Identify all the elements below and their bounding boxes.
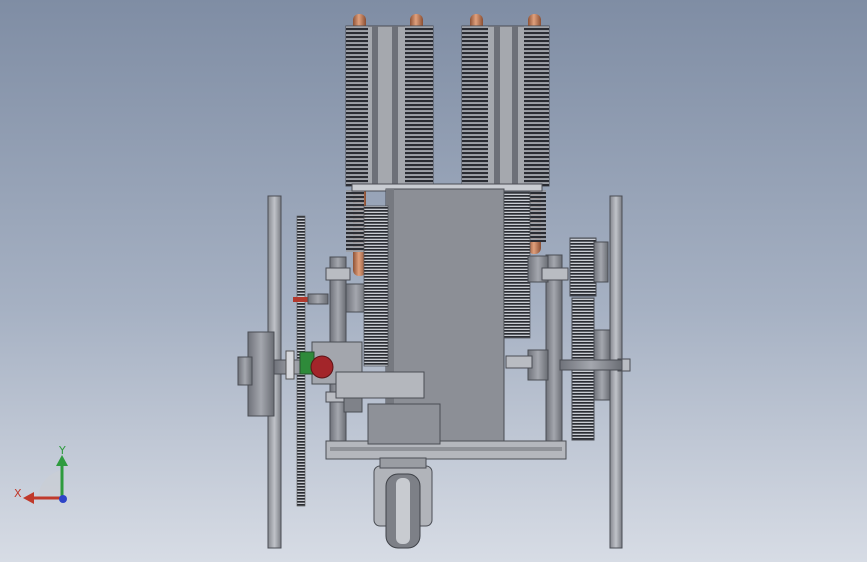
heatsink-right	[461, 25, 550, 187]
right-gear-stack	[569, 237, 611, 441]
right-axle	[559, 359, 623, 371]
cad-model-view[interactable]: Y X	[0, 0, 867, 562]
heatsink-left	[345, 25, 434, 187]
graphics-viewport[interactable]: Y X	[0, 0, 867, 562]
coordinate-triad: Y X	[14, 444, 68, 504]
triad-x-label: X	[14, 487, 22, 500]
left-spur-gear	[363, 205, 389, 367]
red-knob[interactable]	[310, 355, 334, 379]
right-spur-gear	[503, 191, 531, 339]
caster-wheel[interactable]	[373, 457, 433, 549]
triad-y-label: Y	[58, 444, 66, 457]
right-drive-wheel[interactable]	[609, 195, 631, 549]
